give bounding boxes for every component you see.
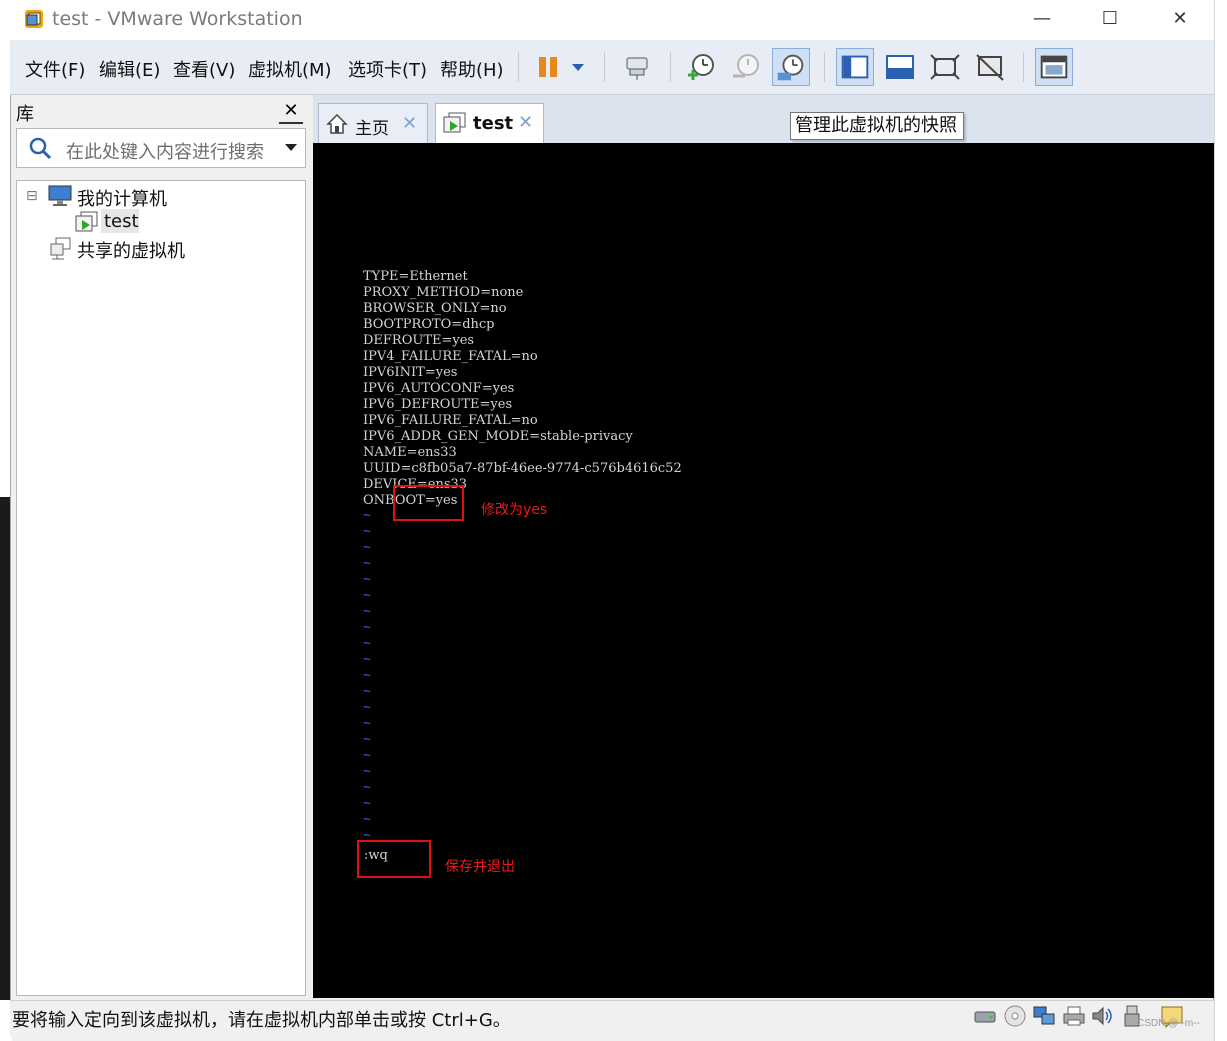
console-tilde: ~ <box>363 636 371 651</box>
tab-home-close-icon[interactable]: ✕ <box>402 113 417 134</box>
console-tilde: ~ <box>363 652 371 667</box>
onboot-annotation: 修改为yes <box>481 502 548 518</box>
menu-vm[interactable]: 虚拟机(M) <box>248 56 332 82</box>
menu-view[interactable]: 查看(V) <box>173 56 235 82</box>
full-screen-icon[interactable] <box>926 48 964 86</box>
console-tilde: ~ <box>363 524 371 539</box>
vm-icon <box>442 111 468 135</box>
toolbar-separator <box>1023 52 1024 82</box>
console-line: DEFROUTE=yes <box>363 333 475 348</box>
console-tilde: ~ <box>363 604 371 619</box>
unity-icon[interactable] <box>971 48 1009 86</box>
console-line: BOOTPROTO=dhcp <box>363 317 495 332</box>
shared-vm-icon <box>48 236 74 260</box>
tree-item-test[interactable]: test <box>104 211 139 232</box>
chevron-down-icon[interactable] <box>282 140 300 156</box>
console-tilde: ~ <box>363 764 371 779</box>
console-line: IPV4_FAILURE_FATAL=no <box>363 349 538 364</box>
library-title: 库 <box>16 104 34 125</box>
tab-test-close-icon[interactable]: ✕ <box>518 112 533 133</box>
toolbar-separator <box>824 52 825 82</box>
snapshot-manager-tooltip: 管理此虚拟机的快照 <box>790 112 964 140</box>
console-tilde: ~ <box>363 620 371 635</box>
vmware-app-icon <box>24 9 44 29</box>
console-line: IPV6INIT=yes <box>363 365 458 380</box>
library-tree <box>16 180 306 996</box>
home-icon <box>326 113 348 135</box>
console-line: TYPE=Ethernet <box>363 269 468 284</box>
console-tilde: ~ <box>363 700 371 715</box>
console-line: IPV6_ADDR_GEN_MODE=stable-privacy <box>363 429 633 444</box>
console-line: UUID=c8fb05a7-87bf-46ee-9774-c576b4616c5… <box>363 461 682 476</box>
tab-test-label: test <box>473 113 514 134</box>
console-tilde: ~ <box>363 540 371 555</box>
send-ctrl-alt-del-icon[interactable] <box>618 48 656 86</box>
console-line: NAME=ens33 <box>363 445 457 460</box>
vm-icon <box>74 210 100 234</box>
menu-help[interactable]: 帮助(H) <box>440 56 504 82</box>
menu-tabs[interactable]: 选项卡(T) <box>348 56 427 82</box>
console-line: IPV6_AUTOCONF=yes <box>363 381 515 396</box>
search-icon <box>28 136 54 162</box>
console-line: PROXY_METHOD=none <box>363 285 524 300</box>
minimize-button[interactable]: — <box>1022 4 1062 34</box>
close-button[interactable]: ✕ <box>1160 4 1200 34</box>
console-tilde: ~ <box>363 780 371 795</box>
console-line: IPV6_FAILURE_FATAL=no <box>363 413 538 428</box>
tree-expander-icon[interactable]: ⊟ <box>26 188 40 202</box>
hard-disk-icon[interactable] <box>973 1004 997 1028</box>
console-view-icon[interactable] <box>1035 48 1073 86</box>
network-adapter-icon[interactable] <box>1032 1004 1056 1028</box>
revert-snapshot-icon[interactable] <box>727 48 765 86</box>
tree-item-shared-vms[interactable]: 共享的虚拟机 <box>77 237 185 263</box>
save-annotation: 保存并退出 <box>445 859 515 875</box>
menu-edit[interactable]: 编辑(E) <box>99 56 160 82</box>
console-line: BROWSER_ONLY=no <box>363 301 507 316</box>
command-highlight-box <box>357 840 431 878</box>
console-line: IPV6_DEFROUTE=yes <box>363 397 513 412</box>
tab-home-label: 主页 <box>355 119 389 139</box>
toolbar-separator <box>670 52 671 82</box>
library-close-icon[interactable]: ✕ <box>279 98 303 124</box>
thumbnail-bar-icon[interactable] <box>881 48 919 86</box>
snapshot-manager-icon[interactable] <box>772 48 810 86</box>
console-tilde: ~ <box>363 748 371 763</box>
onboot-highlight-box <box>393 485 464 521</box>
maximize-button[interactable]: ☐ <box>1090 4 1130 34</box>
console-tilde: ~ <box>363 684 371 699</box>
console-tilde: ~ <box>363 668 371 683</box>
console-tilde: ~ <box>363 588 371 603</box>
computer-icon <box>47 184 73 208</box>
watermark: CSDN @--m-- <box>1137 1018 1200 1029</box>
status-message: 要将输入定向到该虚拟机，请在虚拟机内部单击或按 Ctrl+G。 <box>12 1010 511 1031</box>
console-tilde: ~ <box>363 716 371 731</box>
console-tilde: ~ <box>363 508 371 523</box>
console-tilde: ~ <box>363 732 371 747</box>
console-tilde: ~ <box>363 812 371 827</box>
dropdown-arrow-icon[interactable] <box>562 48 592 86</box>
toolbar-separator <box>604 52 605 82</box>
printer-icon[interactable] <box>1062 1004 1086 1028</box>
toolbar-separator <box>518 52 519 82</box>
console-tilde: ~ <box>363 572 371 587</box>
show-library-icon[interactable] <box>836 48 874 86</box>
menu-file[interactable]: 文件(F) <box>25 56 85 82</box>
tree-item-my-computer[interactable]: 我的计算机 <box>77 185 167 211</box>
take-snapshot-icon[interactable] <box>682 48 720 86</box>
console-tilde: ~ <box>363 796 371 811</box>
sound-card-icon[interactable] <box>1090 1004 1114 1028</box>
cd-dvd-icon[interactable] <box>1003 1004 1027 1028</box>
console-tilde: ~ <box>363 556 371 571</box>
search-placeholder: 在此处键入内容进行搜索 <box>66 142 264 163</box>
window-title: test - VMware Workstation <box>52 8 303 30</box>
background-right <box>1214 0 1227 1041</box>
